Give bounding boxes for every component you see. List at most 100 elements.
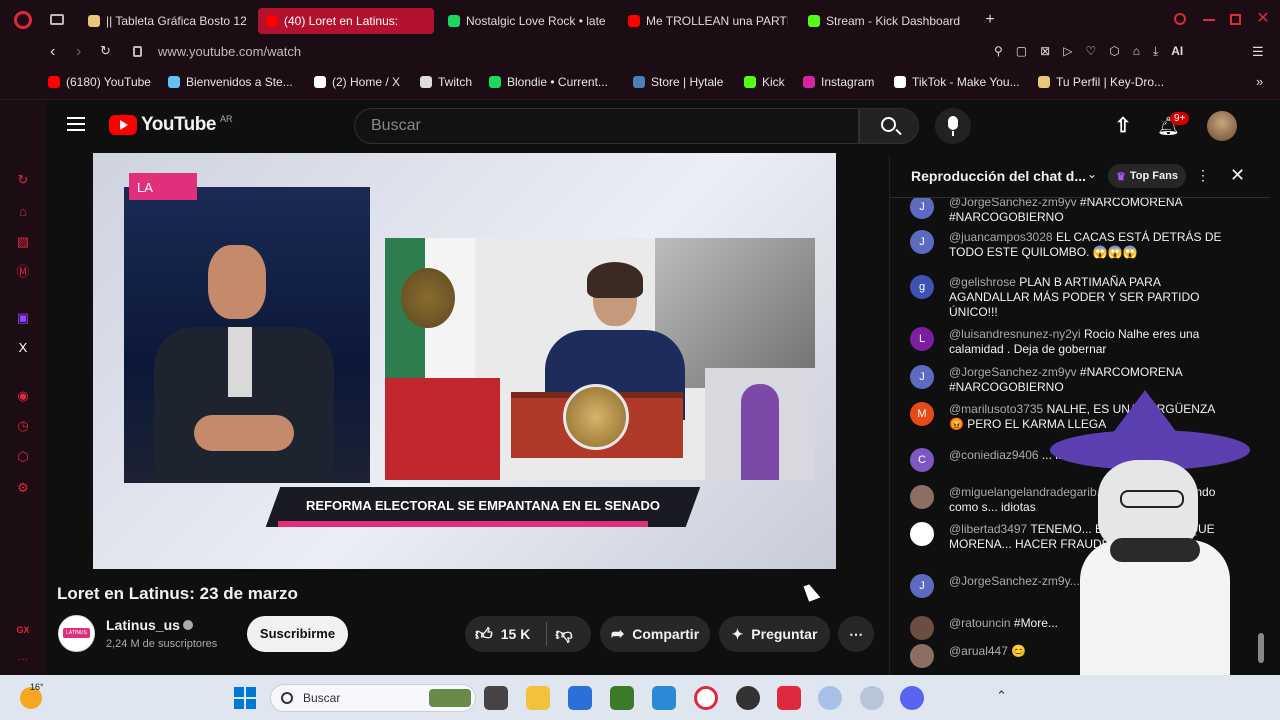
chat-author[interactable]: @JorgeSanchez-zm9yv [949, 198, 1077, 209]
tab-3[interactable]: Nostalgic Love Rock • late [440, 8, 608, 34]
menu-icon[interactable]: ☰ [1252, 44, 1264, 60]
minecraft-icon[interactable] [610, 686, 634, 710]
play-icon[interactable]: ▷ [1063, 44, 1072, 60]
chat-author[interactable]: @arual447 [949, 644, 1008, 658]
youtube-logo[interactable]: YouTube AR [109, 114, 232, 136]
sidebar-gx-icon[interactable]: GX [15, 622, 31, 638]
app-icon-1[interactable] [818, 686, 842, 710]
tiktok-icon[interactable] [777, 686, 801, 710]
sidebar-cube-icon[interactable]: ⬡ [15, 449, 31, 465]
opera-logo-icon[interactable] [14, 11, 32, 29]
bookmark-item[interactable]: Kick [744, 75, 785, 89]
subscribe-button[interactable]: Suscribirme [247, 616, 348, 652]
bookmark-item[interactable]: (2) Home / X [314, 75, 400, 89]
task-view-icon[interactable] [484, 686, 508, 710]
chat-author[interactable]: @juancampos3028 [949, 230, 1053, 244]
sidebar-clock-icon[interactable]: ◷ [15, 418, 31, 434]
dislike-button[interactable]: 👎︎ [555, 624, 572, 645]
sidebar-bag-icon[interactable]: ⌂ [15, 204, 31, 220]
upload-icon[interactable]: ⇧ [1114, 115, 1132, 137]
bookmark-item[interactable]: TikTok - Make You... [894, 75, 1020, 89]
taskbar-search[interactable]: Buscar [270, 684, 476, 712]
sidebar-settings-icon[interactable]: ⚙ [15, 480, 31, 496]
chevron-down-icon[interactable]: ⌄ [1087, 167, 1097, 181]
bookmark-item[interactable]: Blondie • Current... [489, 75, 608, 89]
chat-author[interactable]: @libertad3497 [949, 522, 1027, 536]
back-icon[interactable]: ‹ [50, 43, 55, 61]
chat-avatar[interactable] [910, 522, 934, 546]
tab-2[interactable]: (40) Loret en Latinus: [258, 8, 434, 34]
url-field[interactable]: www.youtube.com/watch [158, 44, 301, 59]
reload-icon[interactable]: ↻ [100, 43, 111, 59]
extensions-icon[interactable]: ⬡ [1109, 44, 1119, 60]
ai-icon[interactable]: AI [1171, 44, 1183, 60]
chat-avatar[interactable]: J [910, 198, 934, 219]
opera-gx-icon[interactable] [694, 686, 718, 710]
voice-search-button[interactable] [935, 108, 971, 144]
chat-avatar[interactable]: M [910, 402, 934, 426]
pin-icon[interactable]: ⚲ [994, 44, 1003, 60]
chat-author[interactable]: @marilusoto3735 [949, 402, 1043, 416]
tab-4[interactable]: Me TROLLEAN una PARTI [620, 8, 788, 34]
chat-avatar[interactable] [910, 616, 934, 640]
chat-avatar[interactable]: J [910, 230, 934, 254]
sidebar-twitch-icon[interactable]: ▣ [15, 310, 31, 326]
sidebar-gamepad-icon[interactable]: ▧ [15, 234, 31, 250]
chat-avatar[interactable]: g [910, 275, 934, 299]
chat-avatar[interactable]: J [910, 365, 934, 389]
minimize-button[interactable] [1203, 19, 1215, 21]
obs-icon[interactable] [736, 686, 760, 710]
bookmark-item[interactable]: Twitch [420, 75, 472, 89]
top-fans-chip[interactable]: ♛ Top Fans [1108, 164, 1186, 188]
discord-icon[interactable] [900, 686, 924, 710]
heart-icon[interactable]: ♡ [1085, 44, 1096, 60]
file-explorer-icon[interactable] [526, 686, 550, 710]
chat-avatar[interactable]: L [910, 327, 934, 351]
bookmark-item[interactable]: (6180) YouTube [48, 75, 151, 89]
download-icon[interactable]: ⤓ [1153, 44, 1158, 60]
tray-chevron-icon[interactable]: ⌃ [996, 688, 1007, 704]
bookmark-item[interactable]: Instagram [803, 75, 874, 89]
chat-avatar[interactable]: C [910, 448, 934, 472]
bookmark-item[interactable]: Tu Perfil | Key-Dro... [1038, 75, 1164, 89]
chat-author[interactable]: @ratouncin [949, 616, 1011, 630]
close-chat-icon[interactable]: ✕ [1230, 165, 1245, 186]
chat-avatar[interactable] [910, 644, 934, 668]
chat-author[interactable]: @JorgeSanchez-zm9yv [949, 365, 1077, 379]
chat-author[interactable]: @coniediaz9406 [949, 448, 1039, 462]
more-bookmarks-icon[interactable]: » [1256, 74, 1263, 89]
sidebar-player-icon[interactable]: ◉ [15, 388, 31, 404]
new-tab-button[interactable]: + [982, 12, 998, 28]
tab-1[interactable]: || Tableta Gráfica Bosto 12 [80, 8, 248, 34]
maximize-button[interactable] [1230, 14, 1241, 25]
search-input[interactable]: Buscar [354, 108, 859, 144]
close-window-button[interactable]: ✕ [1256, 9, 1270, 29]
bookmark-item[interactable]: Store | Hytale [633, 75, 723, 89]
channel-avatar[interactable]: LATINUS [58, 615, 95, 652]
video-player[interactable]: LA REFORMA ELECTORAL SE EMPANTANA EN EL … [93, 153, 836, 569]
chat-author[interactable]: @gelishrose [949, 275, 1016, 289]
tab-5[interactable]: Stream - Kick Dashboard [800, 8, 975, 34]
share-button[interactable]: ➦ Compartir [600, 616, 710, 652]
chat-header-title[interactable]: Reproducción del chat d... [911, 168, 1086, 184]
snapshot-icon[interactable]: ▢ [1016, 44, 1027, 60]
sidebar-more-icon[interactable]: ··· [15, 652, 31, 668]
chat-scrollbar[interactable] [1258, 203, 1264, 673]
start-button[interactable] [234, 687, 256, 709]
account-icon[interactable]: ⌂ [1133, 44, 1140, 60]
tab-workspace-icon[interactable] [50, 14, 64, 25]
bookmark-item[interactable]: Bienvenidos a Ste... [168, 75, 293, 89]
chat-options-icon[interactable]: ⋮ [1196, 167, 1210, 184]
sidebar-history-icon[interactable]: ↻ [15, 172, 31, 188]
search-button[interactable] [859, 108, 919, 144]
hamburger-menu-icon[interactable] [67, 117, 85, 131]
ask-button[interactable]: ✦ Preguntar [719, 616, 830, 652]
app-icon-2[interactable] [860, 686, 884, 710]
photos-icon[interactable] [652, 686, 676, 710]
channel-name[interactable]: Latinus_us [106, 617, 180, 633]
more-actions-button[interactable]: ⋯ [838, 616, 874, 652]
like-button[interactable]: 👍︎ 15 K [475, 624, 530, 645]
chat-avatar[interactable] [910, 485, 934, 509]
forward-icon[interactable]: › [76, 43, 81, 61]
store-icon[interactable] [568, 686, 592, 710]
